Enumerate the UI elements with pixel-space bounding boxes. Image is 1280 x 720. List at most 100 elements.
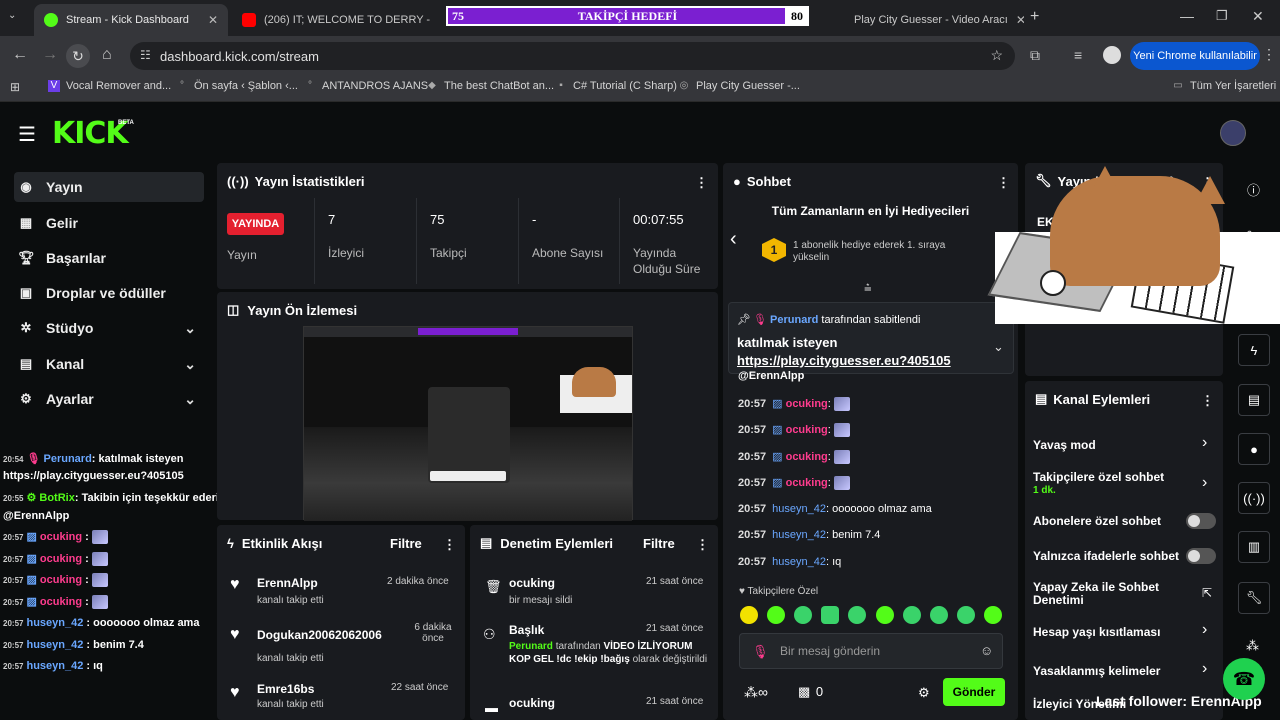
chevron-down-icon[interactable]: ⌄ [993, 339, 1004, 355]
emoji-icon[interactable]: ☺ [980, 643, 993, 658]
filter-button[interactable]: Filtre [643, 536, 675, 551]
maximize-icon[interactable]: ❐ [1216, 8, 1228, 24]
emote-icon[interactable] [740, 606, 758, 624]
slow-mode-row[interactable]: Yavaş mod [1033, 438, 1096, 452]
bookmark-star-icon[interactable]: ☆ [990, 47, 1003, 64]
close-icon[interactable]: ✕ [1008, 13, 1024, 27]
sidebar-item-droplar[interactable]: ▣ Droplar ve ödüller [14, 278, 204, 308]
menu-dots-icon[interactable]: ⋮ [997, 175, 1010, 191]
rail-document-button[interactable]: ▤ [1238, 384, 1270, 416]
extensions-icon[interactable]: ⧉ [1030, 47, 1040, 64]
rail-wrench-button[interactable]: 🔧︎ [1238, 582, 1270, 614]
subs-chat-toggle[interactable] [1186, 513, 1216, 529]
page-icon: ▪ [559, 80, 563, 91]
hamburger-menu-icon[interactable]: ☰ [18, 122, 36, 147]
menu-dots-icon[interactable]: ⋮ [695, 175, 708, 191]
panel-header: ((·)) Yayın İstatistikleri [227, 173, 365, 189]
external-link-icon[interactable]: ⇱ [1202, 586, 1212, 600]
rail-chat-button[interactable]: ● [1238, 433, 1270, 465]
emote-icon[interactable] [794, 606, 813, 624]
emote-chat-toggle[interactable] [1186, 548, 1216, 564]
profile-avatar[interactable] [1103, 46, 1121, 64]
collapse-icon[interactable]: ⩮ [864, 280, 872, 296]
bookmark-item[interactable]: ◎ Play City Guesser -... [678, 80, 800, 92]
emote-icon[interactable] [956, 606, 975, 624]
all-bookmarks[interactable]: ▭ Tüm Yer İşaretleri [1172, 80, 1276, 92]
info-icon[interactable]: ⓘ [1247, 180, 1260, 199]
chat-settings-icon[interactable]: ⚙ [918, 685, 930, 701]
bookmark-item[interactable]: ▪ C# Tutorial (C Sharp) [555, 80, 677, 92]
preview-icon: ◫ [227, 302, 240, 317]
gift-count[interactable]: ▩ 0 [798, 684, 823, 700]
apps-grid-icon[interactable]: ⊞ [10, 80, 20, 94]
preview-video[interactable] [303, 326, 633, 521]
chevron-right-icon[interactable]: › [1202, 434, 1207, 452]
kick-logo[interactable]: KICK [52, 116, 129, 151]
support-headset-icon[interactable]: ☎ [1223, 658, 1265, 700]
wrench-icon: 🔧︎ [1035, 173, 1052, 188]
site-info-icon[interactable]: ☷ [140, 48, 151, 62]
bookmark-item[interactable]: V Vocal Remover and... [48, 80, 171, 92]
bookmark-item[interactable]: ° ANTANDROS AJANS [304, 80, 428, 92]
menu-dots-icon[interactable]: ⋮ [1262, 46, 1276, 63]
window-close-icon[interactable]: ✕ [1252, 8, 1264, 25]
emote-icon[interactable] [875, 606, 894, 624]
chevron-right-icon[interactable]: › [1202, 660, 1207, 678]
filter-button[interactable]: Filtre [390, 536, 422, 551]
home-icon[interactable]: ⌂ [102, 46, 112, 64]
close-icon[interactable]: ✕ [200, 13, 218, 27]
lightning-icon: ϟ [1250, 342, 1258, 358]
emote-icon[interactable] [929, 606, 948, 624]
emote-icon[interactable] [848, 606, 867, 624]
emote-icon[interactable] [902, 606, 921, 624]
emote-icon [833, 450, 850, 465]
bookmark-item[interactable]: ◆ The best ChatBot an... [426, 80, 554, 92]
menu-dots-icon[interactable]: ⋮ [1201, 393, 1214, 409]
sidebar-item-basarilar[interactable]: 🏆︎ Başarılar [14, 243, 204, 273]
rail-layout-button[interactable]: ▥ [1238, 531, 1270, 563]
rail-broadcast-button[interactable]: ((·)) [1238, 482, 1270, 514]
user-avatar[interactable] [1220, 120, 1246, 146]
sidebar-item-gelir[interactable]: ▦ Gelir [14, 208, 204, 238]
forward-icon[interactable]: → [42, 46, 58, 64]
media-icon[interactable]: ≡ [1074, 47, 1082, 63]
minimize-icon[interactable]: — [1180, 8, 1194, 24]
chat-message: 20:57 huseyn_42: ıq [738, 556, 842, 568]
bookmark-item[interactable]: ° Ön sayfa ‹ Şablon ‹... [176, 80, 298, 92]
chevron-right-icon[interactable]: › [1202, 621, 1207, 639]
chevron-left-icon[interactable]: ‹ [730, 228, 737, 251]
globe-icon: ◎ [679, 80, 689, 91]
chevron-right-icon[interactable]: › [1202, 474, 1207, 492]
update-chrome-button[interactable]: Yeni Chrome kullanılabilir [1130, 42, 1260, 70]
preview-dialog-button [430, 471, 506, 481]
points-icon[interactable]: ⁂∞ [744, 684, 768, 701]
sidebar-item-studyo[interactable]: ✲ Stüdyo ⌄ [14, 313, 204, 343]
followers-chat-row[interactable]: Takipçilere özel sohbet 1 dk. [1033, 470, 1183, 496]
sidebar-item-kanal[interactable]: ▤ Kanal ⌄ [14, 349, 204, 379]
banned-words-row[interactable]: Yasaklanmış kelimeler [1033, 664, 1160, 678]
emote-icon[interactable] [821, 606, 840, 624]
new-tab-icon[interactable]: + [1030, 8, 1039, 26]
send-button[interactable]: Gönder [943, 678, 1005, 706]
back-icon[interactable]: ← [12, 46, 28, 64]
age-limit-row[interactable]: Hesap yaşı kısıtlaması [1033, 625, 1160, 639]
sidebar-item-ayarlar[interactable]: ⚙ Ayarlar ⌄ [14, 384, 204, 414]
reload-icon[interactable]: ↻ [66, 44, 90, 68]
tab-search-icon[interactable]: ⌄ [8, 10, 28, 26]
emote-icon[interactable] [983, 606, 1002, 624]
menu-dots-icon[interactable]: ⋮ [696, 537, 709, 553]
sidebar-item-yayin[interactable]: ◉ Yayın [14, 172, 204, 202]
rail-lightning-button[interactable]: ϟ [1238, 334, 1270, 366]
tab-stream[interactable]: Stream - Kick Dashboard ✕ [34, 4, 228, 36]
ai-mod-row[interactable]: Yapay Zeka ile Sohbet Denetimi [1033, 581, 1173, 607]
heart-icon: ♥ [739, 586, 748, 597]
emote-icon[interactable] [767, 606, 786, 624]
tab-youtube[interactable]: (206) IT; WELCOME TO DERRY - [232, 4, 432, 36]
url-field[interactable]: ☷ dashboard.kick.com/stream ☆ [130, 42, 1015, 70]
tab-cityguesser[interactable]: Play City Guesser - Video Aracı ✕ [844, 4, 1024, 36]
chat-input[interactable]: 🎙︎ Bir mesaj gönderin ☺ [739, 633, 1003, 669]
menu-dots-icon[interactable]: ⋮ [443, 537, 456, 553]
apps-icon[interactable]: ⁂ [1246, 638, 1259, 654]
pencil-icon[interactable]: ✎ [1246, 228, 1257, 244]
pinned-link[interactable]: https://play.cityguesser.eu?405105 [737, 353, 951, 368]
